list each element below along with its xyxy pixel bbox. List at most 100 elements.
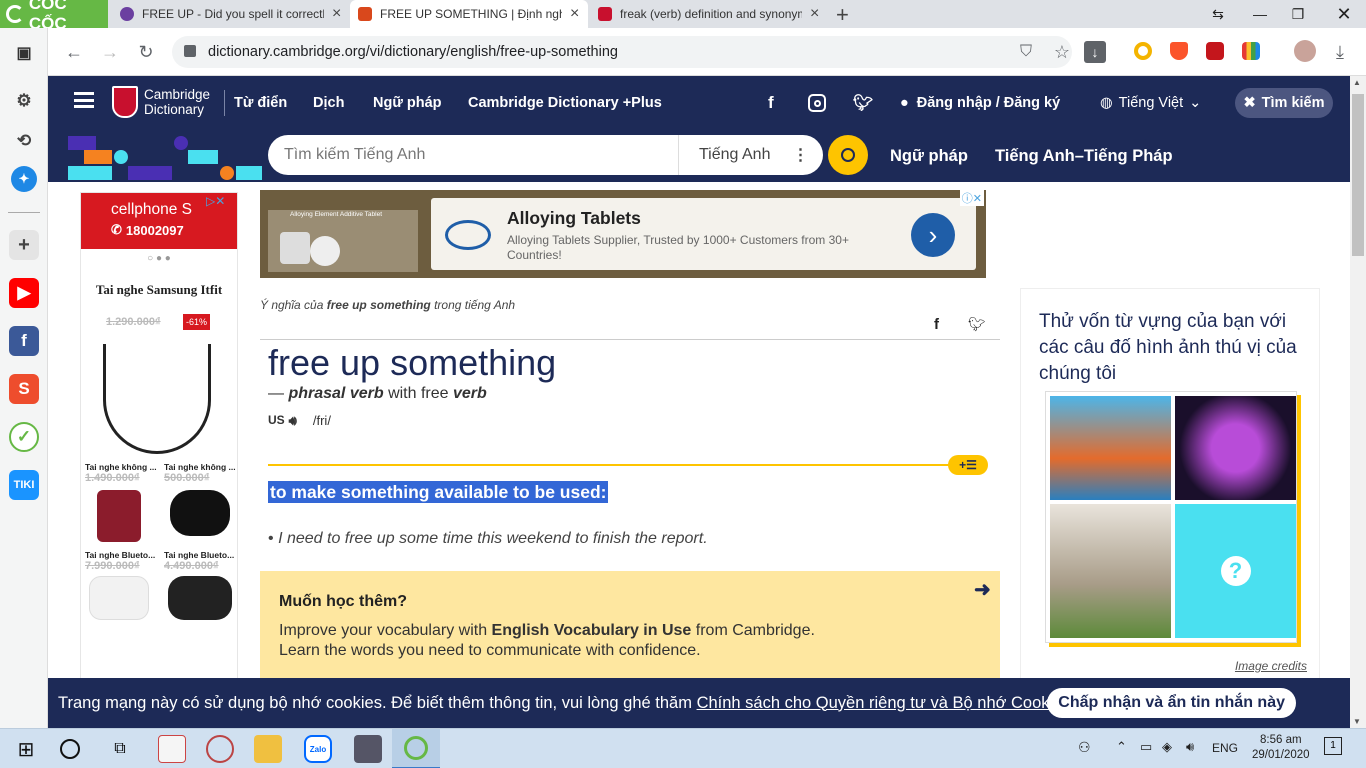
speaker-icon[interactable]: 🔊︎ [289, 413, 297, 429]
taskbar-app-icon[interactable] [206, 735, 234, 763]
chevron-right-icon[interactable]: › [911, 213, 955, 257]
ad-image [268, 210, 418, 272]
colorzilla-extension-icon[interactable] [1242, 42, 1260, 60]
coccoc-icon[interactable]: ✓ [9, 422, 39, 452]
shield-icon[interactable]: ⛉ [1010, 36, 1042, 68]
shopee-icon[interactable]: S [9, 374, 39, 404]
address-bar[interactable]: dictionary.cambridge.org/vi/dictionary/e… [172, 36, 1072, 68]
language-selector[interactable]: ◍ Tiếng Việt ⌄ [1100, 76, 1201, 130]
taskbar-app-icon[interactable] [158, 735, 186, 763]
cookie-policy-link[interactable]: Chính sách cho Quyền riêng tư và Bộ nhớ … [697, 694, 1071, 713]
quiz-image-playhouse[interactable] [1050, 504, 1171, 638]
menu-icon[interactable] [74, 92, 94, 108]
ad-choices-icon[interactable]: ▷✕ [206, 194, 225, 208]
facebook-icon[interactable]: f [9, 326, 39, 356]
download-icon[interactable]: ⤓ [1324, 36, 1356, 68]
quiz-image-ferris-wheel[interactable] [1175, 396, 1296, 500]
scroll-down-icon[interactable]: ▼ [1353, 717, 1361, 726]
nav-plus[interactable]: Cambridge Dictionary +Plus [468, 76, 662, 130]
tab-search-icon[interactable]: ⇆ [1200, 0, 1236, 28]
browser-logo[interactable]: CỐC CỐC [0, 0, 108, 33]
nav-dictionary[interactable]: Từ điển [234, 76, 287, 130]
battery-icon[interactable]: ▭ [1140, 739, 1152, 755]
nav-translate[interactable]: Dịch [313, 76, 344, 130]
quiz-image-waterslide[interactable] [1050, 396, 1171, 500]
tab-free-up[interactable]: FREE UP - Did you spell it correctly × [112, 0, 350, 28]
facebook-icon[interactable]: f [768, 76, 774, 130]
download-extension-icon[interactable]: ↓ [1084, 41, 1106, 63]
notification-icon[interactable]: 1 [1324, 737, 1342, 755]
item-label: Tai nghe Blueto... [85, 550, 156, 560]
taskbar-app-icon[interactable] [354, 735, 382, 763]
ad-info-icon[interactable]: ⓘ✕ [959, 190, 984, 206]
messenger-icon[interactable]: ✦ [11, 166, 37, 192]
zalo-icon[interactable]: Zalo [304, 735, 332, 763]
add-to-wordlist-button[interactable]: +☰ [948, 455, 988, 475]
taskbar-coccoc-active[interactable] [392, 729, 440, 768]
web-page: Cambridge Dictionary Từ điển Dịch Ngữ phá… [48, 76, 1350, 728]
tiki-icon[interactable]: TIKI [9, 470, 39, 500]
image-credits-link[interactable]: Image credits [1235, 659, 1307, 673]
avatar[interactable] [1294, 40, 1316, 62]
search-toggle-button[interactable]: ✖ Tìm kiếm [1235, 88, 1333, 118]
quiz-image-mystery[interactable]: ? [1175, 504, 1296, 638]
search-input[interactable]: Tìm kiếm Tiếng Anh Tiếng Anh ⋮ [268, 135, 823, 175]
maximize-icon[interactable]: ❐ [1280, 0, 1316, 28]
quiz-panel[interactable]: Thử vốn từ vựng của bạn với các câu đố h… [1020, 288, 1320, 728]
people-icon[interactable]: ⚇ [1078, 739, 1091, 756]
network-icon[interactable]: ◈ [1162, 739, 1172, 755]
nav-grammar[interactable]: Ngữ pháp [373, 76, 442, 130]
adblock-extension-icon[interactable] [1206, 42, 1224, 60]
search-icon[interactable] [60, 739, 80, 759]
input-language[interactable]: ENG [1212, 741, 1238, 755]
site-logo[interactable]: Cambridge Dictionary [144, 87, 210, 117]
accept-cookies-button[interactable]: Chấp nhận và ẩn tin nhắn này [1047, 688, 1296, 718]
scrollbar-thumb[interactable] [1352, 94, 1364, 256]
left-advertisement[interactable]: cellphone S ✆ 18002097 ○ ● ● Tai nghe Sam… [80, 192, 238, 728]
tab-free-up-something[interactable]: FREE UP SOMETHING | Định nghĩa × [350, 0, 588, 28]
arrow-right-icon[interactable]: ➜ [974, 577, 991, 602]
youtube-icon[interactable]: ▶ [9, 278, 39, 308]
decor-block [236, 166, 262, 180]
add-icon[interactable]: + [9, 230, 39, 260]
new-tab-button[interactable]: + [836, 2, 849, 28]
file-explorer-icon[interactable] [254, 735, 282, 763]
tab-freak[interactable]: freak (verb) definition and synonym × [590, 0, 828, 28]
close-icon[interactable]: × [332, 5, 341, 23]
scroll-up-icon[interactable]: ▲ [1353, 78, 1361, 87]
twitter-icon[interactable]: 🐦︎ [853, 76, 873, 130]
close-icon[interactable]: × [810, 5, 819, 23]
minimize-icon[interactable]: — [1242, 0, 1278, 28]
gear-icon[interactable]: ⚙ [9, 86, 39, 116]
carousel-dots[interactable]: ○ ● ● [81, 253, 237, 264]
chrome-extension-icon[interactable] [1134, 42, 1152, 60]
subnav-grammar[interactable]: Ngữ pháp [890, 130, 968, 182]
close-window-icon[interactable]: ✕ [1326, 0, 1362, 28]
search-language-select[interactable]: Tiếng Anh ⋮ [678, 135, 808, 175]
item-price: 7.990.000₫ [85, 560, 140, 572]
notification-count: 1 [1330, 740, 1336, 751]
sidebar-toggle-icon[interactable]: ▣ [9, 38, 39, 68]
volume-icon[interactable]: 🔊︎ [1186, 739, 1194, 755]
language-label: Tiếng Việt [1118, 95, 1184, 111]
star-icon[interactable]: ☆ [1046, 36, 1078, 68]
definition[interactable]: to make something available to be used: [268, 481, 609, 503]
back-icon[interactable]: ← [58, 36, 90, 68]
history-icon[interactable]: ⟲ [9, 126, 39, 156]
share-facebook-icon[interactable]: f [934, 316, 939, 333]
top-advertisement[interactable]: Alloying Element Additive Tablet Alloyin… [260, 190, 986, 278]
chevron-up-icon[interactable]: ⌃ [1116, 739, 1127, 755]
windows-start-icon[interactable]: ⊞ [12, 735, 40, 763]
instagram-icon[interactable] [808, 94, 826, 112]
task-view-icon[interactable]: ⧉ [106, 735, 134, 763]
search-button[interactable] [828, 135, 868, 175]
subnav-english-french[interactable]: Tiếng Anh–Tiếng Pháp [995, 130, 1173, 182]
close-icon[interactable]: × [570, 5, 579, 23]
reload-icon[interactable]: ↻ [130, 36, 162, 68]
vertical-scrollbar[interactable]: ▲ ▼ [1350, 76, 1366, 728]
share-twitter-icon[interactable]: 🐦︎ [968, 316, 986, 333]
login-link[interactable]: ● Đăng nhập / Đăng ký [900, 76, 1060, 130]
brave-extension-icon[interactable] [1170, 42, 1188, 60]
clock[interactable]: 8:56 am 29/01/2020 [1252, 733, 1310, 763]
forward-icon[interactable]: → [94, 36, 126, 68]
